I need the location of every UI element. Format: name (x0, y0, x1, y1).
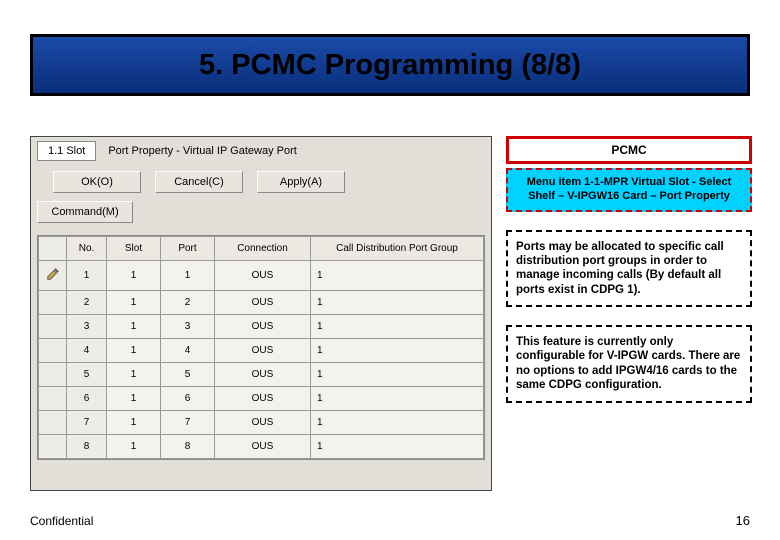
footer-confidential: Confidential (30, 514, 93, 528)
cell-connection[interactable]: OUS (215, 315, 311, 339)
row-handle-header (39, 237, 67, 261)
cell-port: 6 (161, 387, 215, 411)
cell-no: 2 (67, 291, 107, 315)
row-handle[interactable] (39, 315, 67, 339)
cell-no: 1 (67, 261, 107, 291)
cell-port: 2 (161, 291, 215, 315)
cell-slot: 1 (107, 411, 161, 435)
col-slot[interactable]: Slot (107, 237, 161, 261)
cell-connection[interactable]: OUS (215, 411, 311, 435)
col-cdpg[interactable]: Call Distribution Port Group (311, 237, 484, 261)
window-title: Port Property - Virtual IP Gateway Port (104, 145, 485, 157)
table-row[interactable]: 616OUS1 (39, 387, 484, 411)
row-handle[interactable] (39, 291, 67, 315)
cell-cdpg[interactable]: 1 (311, 387, 484, 411)
cell-connection[interactable]: OUS (215, 387, 311, 411)
table-row[interactable]: 717OUS1 (39, 411, 484, 435)
table-row[interactable]: 414OUS1 (39, 339, 484, 363)
apply-button[interactable]: Apply(A) (257, 171, 345, 193)
cell-connection[interactable]: OUS (215, 435, 311, 459)
cell-slot: 1 (107, 315, 161, 339)
row-handle[interactable] (39, 435, 67, 459)
cancel-button[interactable]: Cancel(C) (155, 171, 243, 193)
cell-connection[interactable]: OUS (215, 339, 311, 363)
table-row[interactable]: 212OUS1 (39, 291, 484, 315)
row-handle[interactable] (39, 261, 67, 291)
cell-cdpg[interactable]: 1 (311, 363, 484, 387)
table-row[interactable]: 111OUS1 (39, 261, 484, 291)
pcmc-label: PCMC (506, 136, 752, 164)
page-title: 5. PCMC Programming (8/8) (30, 34, 750, 96)
cell-cdpg[interactable]: 1 (311, 435, 484, 459)
table-row[interactable]: 313OUS1 (39, 315, 484, 339)
table-row[interactable]: 818OUS1 (39, 435, 484, 459)
page-number: 16 (736, 513, 750, 528)
page-title-text: 5. PCMC Programming (8/8) (199, 49, 581, 82)
cell-connection[interactable]: OUS (215, 291, 311, 315)
cell-no: 5 (67, 363, 107, 387)
cell-no: 6 (67, 387, 107, 411)
cell-port: 5 (161, 363, 215, 387)
cell-slot: 1 (107, 435, 161, 459)
cell-connection[interactable]: OUS (215, 363, 311, 387)
col-no[interactable]: No. (67, 237, 107, 261)
cell-port: 4 (161, 339, 215, 363)
col-connection[interactable]: Connection (215, 237, 311, 261)
cell-slot: 1 (107, 387, 161, 411)
cell-cdpg[interactable]: 1 (311, 261, 484, 291)
cell-cdpg[interactable]: 1 (311, 411, 484, 435)
port-table: No. Slot Port Connection Call Distributi… (37, 235, 485, 460)
edit-icon (46, 267, 60, 281)
menu-path-note: Menu item 1-1-MPR Virtual Slot - Select … (506, 168, 752, 212)
note-allocation: Ports may be allocated to specific call … (506, 230, 752, 308)
cell-no: 7 (67, 411, 107, 435)
cell-no: 8 (67, 435, 107, 459)
port-property-window: 1.1 Slot Port Property - Virtual IP Gate… (30, 136, 492, 491)
row-handle[interactable] (39, 339, 67, 363)
note-limitation: This feature is currently only configura… (506, 325, 752, 403)
table-row[interactable]: 515OUS1 (39, 363, 484, 387)
cell-slot: 1 (107, 339, 161, 363)
cell-no: 4 (67, 339, 107, 363)
cell-port: 3 (161, 315, 215, 339)
cell-cdpg[interactable]: 1 (311, 339, 484, 363)
cell-slot: 1 (107, 261, 161, 291)
cell-slot: 1 (107, 291, 161, 315)
cell-port: 7 (161, 411, 215, 435)
cell-no: 3 (67, 315, 107, 339)
row-handle[interactable] (39, 363, 67, 387)
table-header-row: No. Slot Port Connection Call Distributi… (39, 237, 484, 261)
slot-indicator: 1.1 Slot (37, 141, 96, 161)
cell-slot: 1 (107, 363, 161, 387)
cell-connection[interactable]: OUS (215, 261, 311, 291)
cell-port: 8 (161, 435, 215, 459)
command-button[interactable]: Command(M) (37, 201, 133, 223)
cell-port: 1 (161, 261, 215, 291)
cell-cdpg[interactable]: 1 (311, 291, 484, 315)
row-handle[interactable] (39, 387, 67, 411)
row-handle[interactable] (39, 411, 67, 435)
ok-button[interactable]: OK(O) (53, 171, 141, 193)
cell-cdpg[interactable]: 1 (311, 315, 484, 339)
col-port[interactable]: Port (161, 237, 215, 261)
